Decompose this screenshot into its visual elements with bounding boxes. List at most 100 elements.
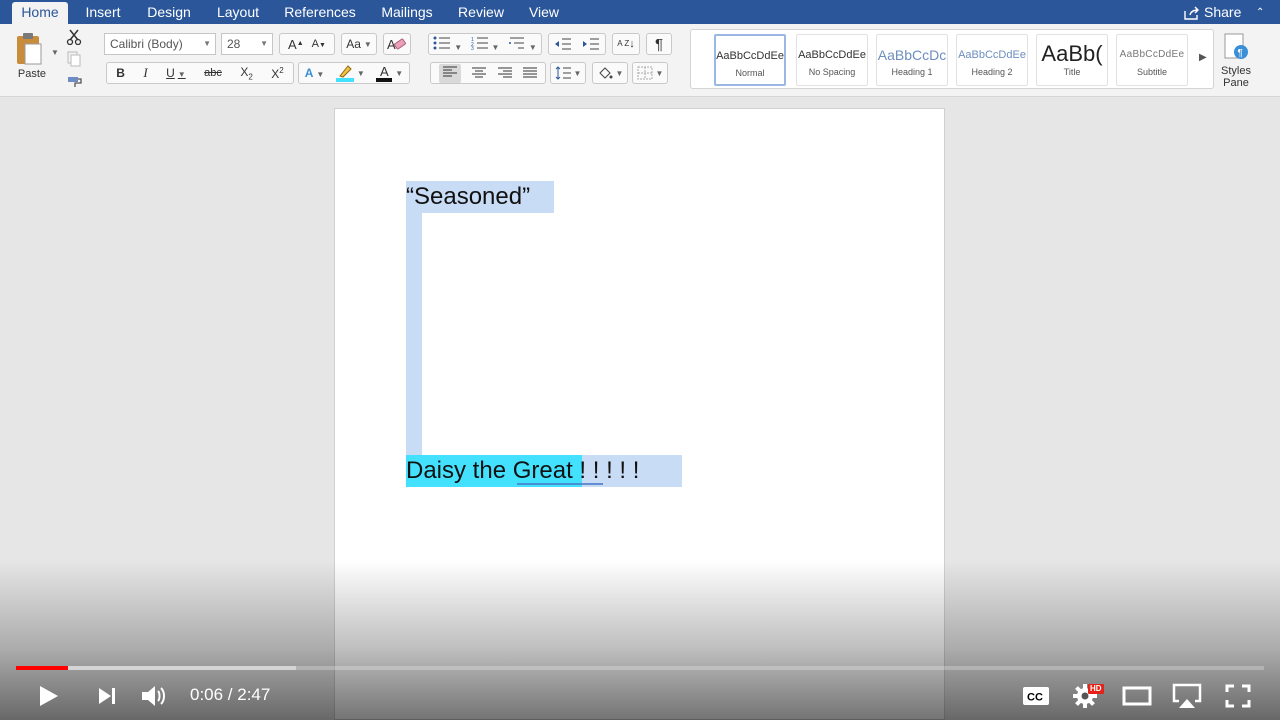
justify-icon[interactable] — [523, 67, 538, 79]
share-button[interactable]: Share — [1184, 0, 1241, 24]
numbering-button[interactable]: 1 2 3 ▼ — [471, 36, 500, 53]
chevron-down-icon: ▼ — [203, 39, 211, 48]
fullscreen-icon — [1225, 684, 1251, 708]
align-left-button[interactable] — [438, 63, 461, 83]
tab-references[interactable]: References — [278, 0, 362, 24]
progress-bar[interactable] — [16, 666, 1264, 670]
styles-pane-icon: ¶ — [1224, 33, 1248, 59]
line-spacing-icon — [555, 66, 571, 80]
style-preview: AaBbCcDdEe — [716, 50, 784, 62]
tab-design[interactable]: Design — [140, 0, 198, 24]
styles-next-icon[interactable]: ▶ — [1199, 52, 1207, 63]
show-formatting-button[interactable]: ¶ — [646, 33, 672, 55]
play-button[interactable] — [34, 681, 64, 711]
clear-formatting-button[interactable]: A — [383, 33, 411, 55]
style-subtitle[interactable]: AaBbCcDdEe Subtitle — [1116, 34, 1188, 86]
tab-mailings[interactable]: Mailings — [374, 0, 440, 24]
document-line-seasoned[interactable]: “Seasoned” — [406, 181, 554, 213]
list-group: ▼ 1 2 3 ▼ ▼ — [428, 33, 542, 55]
style-heading-1[interactable]: AaBbCcDc Heading 1 — [876, 34, 948, 86]
chevron-down-icon: ▼ — [363, 39, 372, 49]
paste-button[interactable]: ▼ Paste — [10, 30, 59, 90]
theater-mode-button[interactable] — [1121, 681, 1153, 711]
document-line-daisy[interactable]: Daisy the Great ! ! ! ! ! — [406, 455, 682, 487]
time-display: 0:06 / 2:47 — [190, 685, 271, 704]
volume-button[interactable] — [140, 681, 170, 711]
borders-button[interactable]: ▼ — [632, 62, 668, 84]
eraser-icon: A — [387, 37, 406, 52]
indent-group — [548, 33, 606, 55]
style-label: Title — [1063, 67, 1081, 77]
styles-pane-label-line1: Styles — [1221, 65, 1251, 77]
airplay-icon — [1172, 683, 1202, 708]
style-preview: AaBbCcDdEe — [1119, 49, 1185, 60]
align-center-icon[interactable] — [472, 67, 487, 79]
highlighter-icon — [339, 65, 352, 78]
svg-text:CC: CC — [1027, 692, 1043, 704]
font-name-select[interactable]: Calibri (Body) ▼ — [104, 33, 216, 55]
fullscreen-button[interactable] — [1223, 681, 1253, 711]
underline-button[interactable]: U ▼ — [166, 66, 186, 80]
style-preview: AaBbCcDc — [877, 47, 947, 63]
bold-button[interactable]: B — [116, 66, 125, 80]
change-case-button[interactable]: Aa ▼ — [341, 33, 377, 55]
captions-button[interactable]: CC — [1021, 681, 1051, 711]
line-spacing-button[interactable]: ▼ — [550, 62, 586, 84]
style-preview: AaBbCcDdEe — [798, 49, 866, 61]
highlight-color-button[interactable]: ▼ — [335, 64, 365, 82]
shrink-font-button[interactable]: A▼ — [312, 38, 326, 50]
sort-icon: A Z — [617, 39, 630, 48]
share-label: Share — [1204, 4, 1242, 20]
font-size-select[interactable]: 28 ▼ — [221, 33, 273, 55]
multilevel-list-button[interactable]: ▼ — [508, 36, 537, 53]
grow-font-button[interactable]: A▲ — [288, 37, 304, 52]
italic-button[interactable]: I — [143, 65, 147, 81]
font-name-value: Calibri (Body) — [110, 37, 183, 51]
svg-text:¶: ¶ — [1238, 48, 1243, 59]
style-normal[interactable]: AaBbCcDdEe Normal — [714, 34, 786, 86]
borders-icon — [637, 66, 653, 80]
sort-button[interactable]: A Z ↓ — [612, 33, 640, 55]
airplay-button[interactable] — [1171, 681, 1203, 711]
font-color-button[interactable]: A ▼ — [376, 64, 403, 82]
collapse-ribbon-icon[interactable]: ⌃ — [1256, 7, 1264, 18]
style-label: Heading 1 — [891, 67, 933, 77]
bulleted-list-icon — [433, 36, 451, 49]
copy-icon[interactable] — [67, 51, 81, 67]
subscript-button[interactable]: X2 — [240, 65, 252, 81]
styles-pane-button[interactable]: ¶ Styles Pane — [1214, 32, 1258, 89]
strikethrough-button[interactable]: abc — [204, 67, 222, 79]
tab-insert[interactable]: Insert — [78, 0, 128, 24]
chevron-down-icon: ▼ — [260, 39, 268, 48]
style-heading-2[interactable]: AaBbCcDdEe Heading 2 — [956, 34, 1028, 86]
align-left-icon — [442, 66, 457, 76]
paste-dropdown-icon[interactable]: ▼ — [51, 48, 59, 57]
progress-played — [16, 666, 69, 670]
tab-home[interactable]: Home — [12, 2, 68, 24]
cut-icon[interactable] — [66, 29, 82, 45]
next-button[interactable] — [92, 681, 122, 711]
style-label: Normal — [735, 68, 765, 78]
font-size-value: 28 — [227, 37, 241, 51]
bullets-button[interactable]: ▼ — [433, 36, 462, 53]
style-label: No Spacing — [808, 67, 856, 77]
share-icon — [1184, 6, 1199, 20]
align-right-icon[interactable] — [497, 67, 512, 79]
tab-view[interactable]: View — [522, 0, 566, 24]
decrease-indent-icon[interactable] — [554, 37, 572, 51]
style-no-spacing[interactable]: AaBbCcDdEe No Spacing — [796, 34, 868, 86]
style-title[interactable]: AaBb( Title — [1036, 34, 1108, 86]
font-color-group: A ▼ ▼ A ▼ — [298, 62, 410, 84]
change-case-label: Aa — [346, 37, 361, 51]
paste-label: Paste — [17, 68, 47, 80]
format-painter-icon[interactable] — [66, 74, 84, 88]
shading-button[interactable]: ▼ — [592, 62, 628, 84]
tab-review[interactable]: Review — [452, 0, 510, 24]
superscript-button[interactable]: X2 — [271, 66, 283, 81]
increase-indent-icon[interactable] — [582, 37, 600, 51]
chevron-down-icon: ▼ — [573, 68, 582, 78]
tab-layout[interactable]: Layout — [210, 0, 266, 24]
style-preview: AaBb( — [1041, 41, 1103, 66]
text-effects-button[interactable]: A ▼ — [305, 66, 325, 80]
ribbon-tab-bar: Home Insert Design Layout References Mai… — [0, 0, 1280, 24]
